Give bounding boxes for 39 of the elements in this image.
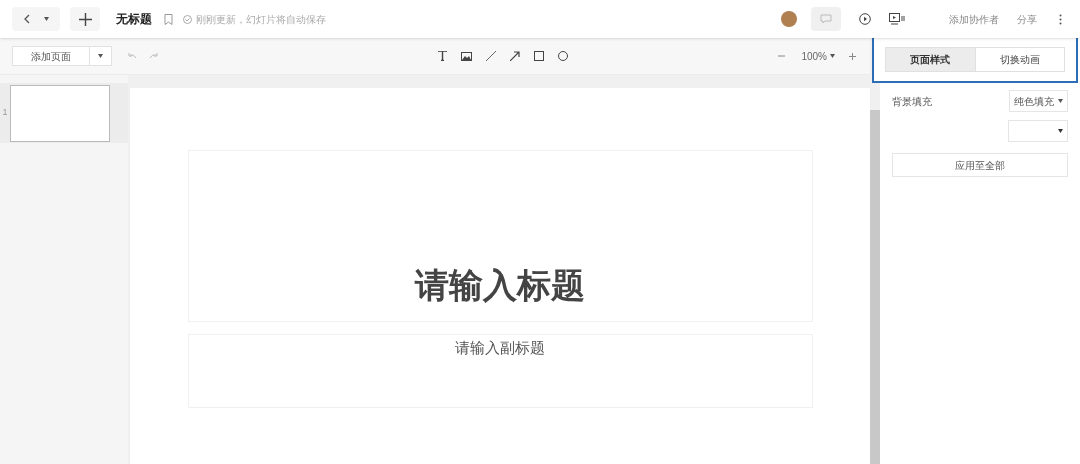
caret-icon: [1058, 99, 1063, 103]
subtitle-placeholder-box[interactable]: 请输入副标题: [187, 334, 813, 408]
back-icon: [22, 14, 31, 24]
back-button[interactable]: [12, 7, 60, 31]
bookmark-icon[interactable]: [164, 13, 173, 25]
slide-canvas[interactable]: 请输入标题 请输入副标题: [130, 88, 870, 464]
check-circle-icon: [183, 14, 192, 24]
more-icon[interactable]: [1059, 13, 1062, 25]
title-placeholder: 请输入标题: [415, 265, 585, 306]
scrollbar[interactable]: [870, 110, 880, 464]
tab[interactable]: 页面样式: [886, 47, 975, 71]
comment-icon: [820, 14, 832, 24]
caret-icon: [830, 54, 835, 58]
circle-tool-icon[interactable]: [558, 51, 568, 61]
arrow-tool-icon[interactable]: [510, 51, 520, 61]
image-tool-icon[interactable]: [461, 51, 472, 61]
text-tool-icon[interactable]: [438, 51, 447, 61]
slide-thumbnail[interactable]: [10, 84, 110, 142]
plus-icon: [78, 12, 92, 26]
color-picker[interactable]: [1008, 120, 1068, 142]
add-button[interactable]: [70, 7, 100, 31]
background-fill-label: 背景填充: [892, 94, 932, 109]
rectangle-tool-icon[interactable]: [534, 51, 544, 61]
save-status: 刚刚更新，幻灯片将自动保存: [196, 12, 326, 27]
line-tool-icon[interactable]: [486, 51, 496, 61]
caret-icon: [44, 17, 50, 21]
document-title: 无标题: [116, 11, 152, 28]
title-placeholder-box[interactable]: 请输入标题: [187, 150, 813, 322]
slide-number: 1: [1, 106, 9, 120]
presenter-icon[interactable]: [889, 13, 905, 25]
caret-icon: [1058, 129, 1063, 133]
caret-icon: [98, 54, 103, 58]
apply-to-all-button[interactable]: 应用至全部: [892, 153, 1068, 177]
subtitle-placeholder: 请输入副标题: [455, 338, 545, 358]
zoom-in-icon[interactable]: [849, 52, 856, 60]
play-icon[interactable]: [859, 13, 871, 25]
zoom-dropdown[interactable]: 100%: [801, 48, 835, 64]
avatar[interactable]: [781, 11, 797, 27]
fill-type-dropdown[interactable]: 纯色填充: [1009, 90, 1068, 112]
